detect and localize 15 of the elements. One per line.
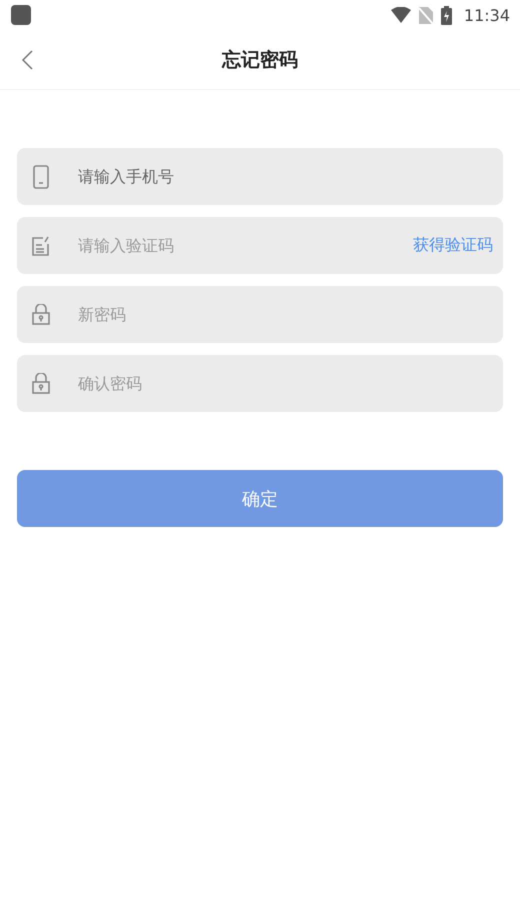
lock-icon (32, 304, 50, 325)
app-icon (11, 5, 31, 25)
page-title: 忘记密码 (222, 48, 298, 72)
edit-note-icon (32, 236, 50, 256)
lock-icon (32, 373, 50, 394)
battery-charging-icon (440, 6, 452, 24)
get-code-link[interactable]: 获得验证码 (413, 235, 493, 256)
input-field[interactable]: 新密码 (17, 286, 503, 343)
wifi-icon (390, 7, 411, 23)
phone-icon (33, 164, 49, 188)
input-field[interactable]: 请输入手机号 (17, 148, 503, 205)
clock-time: 11:34 (464, 6, 510, 24)
input-field[interactable]: 确认密码 (17, 355, 503, 412)
confirm-button[interactable]: 确定 (17, 470, 503, 527)
no-sim-icon (418, 6, 433, 24)
